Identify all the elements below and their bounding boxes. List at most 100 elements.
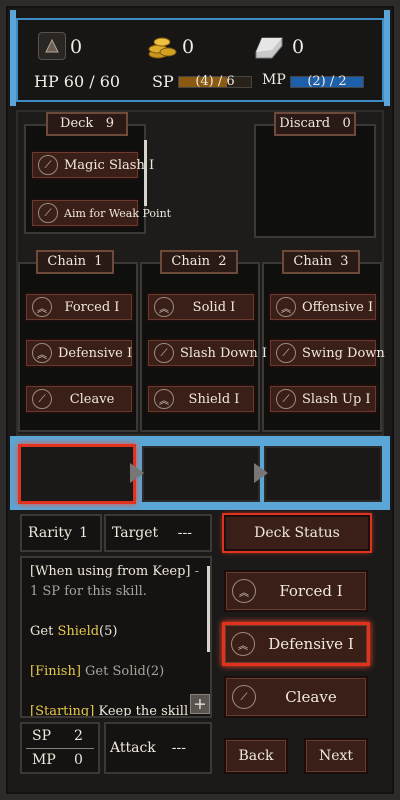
slash-icon: ⟋ [276,389,296,409]
play-slot-3[interactable] [264,446,382,502]
chain-card[interactable]: ︽ Defensive I [24,338,134,368]
skill-description: [When using from Keep] - 1 SP for this s… [20,556,212,718]
chevron-up-icon: ︽ [154,389,174,409]
mp-bar: (2) / 2 [290,74,364,89]
rarity-label: Rarity [28,525,72,541]
back-button[interactable]: Back [224,738,288,774]
ingot-icon [252,32,286,60]
slash-icon: ⟋ [154,343,174,363]
deck-status-button[interactable]: Deck Status [224,515,370,551]
chain-card-label: Offensive I [302,299,374,315]
deck-card-label: Aim for Weak Point [64,206,172,220]
slash-icon: ⟋ [32,389,52,409]
deck-tab: Deck 9 [46,112,128,136]
slash-icon: ⟋ [276,343,296,363]
choice-card-label: Defensive I [268,635,354,653]
desc-finish-tag: [Finish] [30,664,81,679]
chain-label: Chain [293,254,333,269]
ingot-count: 0 [292,36,305,58]
desc-get-suffix: (5) [99,624,118,639]
target-cell: Target --- [104,514,212,552]
desc-finish-text: Get Solid(2) [80,664,165,679]
rarity-value: 1 [79,525,88,541]
gem-icon [38,32,66,60]
chain-card[interactable]: ︽ Shield I [146,384,256,414]
chain-card-label: Forced I [64,299,120,315]
choice-card[interactable]: ⟋ Cleave [224,676,368,718]
chain-card[interactable]: ︽ Solid I [146,292,256,322]
mp-label: MP [262,72,286,88]
chain-3-tab: Chain 3 [282,250,360,274]
rarity-cell: Rarity 1 [20,514,102,552]
cost-mp-label: MP [32,752,56,768]
slash-icon: ⟋ [38,203,58,223]
frame-accent-right [384,10,390,106]
chain-card-label: Solid I [192,299,236,315]
slash-icon: ⟋ [232,685,256,709]
cost-sp-value: 2 [74,728,83,744]
choice-card[interactable]: ︽ Forced I [224,570,368,612]
discard-label: Discard [279,116,331,131]
chain-card-label: Slash Down I [180,345,268,361]
discard-count: 0 [342,116,351,131]
cost-cell: SP 2 MP 0 [20,722,100,774]
desc-get-keyword: Shield [57,624,100,639]
attack-label: Attack [110,740,156,756]
chain-card[interactable]: ⟋ Swing Down [268,338,385,368]
chain-card-label: Cleave [69,391,115,407]
discard-area [254,124,376,238]
deck-card-label: Magic Slash I [64,157,155,173]
sp-label: SP [152,72,174,91]
chain-card[interactable]: ⟋ Cleave [24,384,134,414]
chain-label: Chain [171,254,211,269]
deck-count: 9 [105,116,114,131]
chain-card-label: Slash Up I [302,391,371,407]
chain-number: 2 [218,254,227,269]
cost-divider [26,748,94,749]
chain-number: 1 [94,254,103,269]
choice-card-label: Cleave [285,688,337,706]
slash-icon: ⟋ [38,155,58,175]
chain-card-label: Shield I [188,391,240,407]
description-scrollbar[interactable] [207,566,210,652]
chain-1-tab: Chain 1 [36,250,114,274]
chevron-up-icon: ︽ [276,297,296,317]
chevron-up-icon: ︽ [232,579,256,603]
chevron-up-icon: ︽ [32,343,52,363]
desc-line-1-suffix: - [194,564,200,579]
chain-card[interactable]: ⟋ Slash Down I [146,338,267,368]
chain-number: 3 [340,254,349,269]
attack-cell: Attack --- [104,722,212,774]
play-slot-2[interactable] [142,446,260,502]
coins-icon [146,30,178,62]
deck-card[interactable]: ⟋ Aim for Weak Point [30,198,171,228]
attack-value: --- [171,740,186,756]
chevron-up-icon: ︽ [154,297,174,317]
chain-label: Chain [47,254,87,269]
play-slot-1[interactable] [18,444,136,504]
chain-card[interactable]: ︽ Offensive I [268,292,378,322]
deck-card[interactable]: ⟋ Magic Slash I [30,150,154,180]
deck-scrollbar[interactable] [144,140,147,206]
mp-value: (2) / 2 [307,74,347,89]
target-value: --- [177,525,192,541]
expand-plus-button[interactable]: + [190,694,210,714]
target-label: Target [112,525,159,541]
chain-card-label: Defensive I [58,345,133,361]
chain-card[interactable]: ⟋ Slash Up I [268,384,378,414]
cost-mp-value: 0 [74,752,83,768]
hp-label: HP 60 / 60 [34,72,121,91]
desc-starting-tag: [Starting] [30,704,95,718]
next-button[interactable]: Next [304,738,368,774]
sp-value: (4) / 6 [195,74,235,89]
desc-line-2: 1 SP for this skill. [30,584,147,599]
chevron-up-icon: ︽ [231,632,255,656]
chain-card-label: Swing Down [302,345,385,361]
sp-bar: (4) / 6 [178,74,252,89]
gem-count: 0 [70,36,83,58]
arrow-right-icon [254,463,268,483]
chain-card[interactable]: ︽ Forced I [24,292,134,322]
chevron-up-icon: ︽ [32,297,52,317]
cost-sp-label: SP [32,728,52,744]
choice-card-selected[interactable]: ︽ Defensive I [222,622,370,666]
